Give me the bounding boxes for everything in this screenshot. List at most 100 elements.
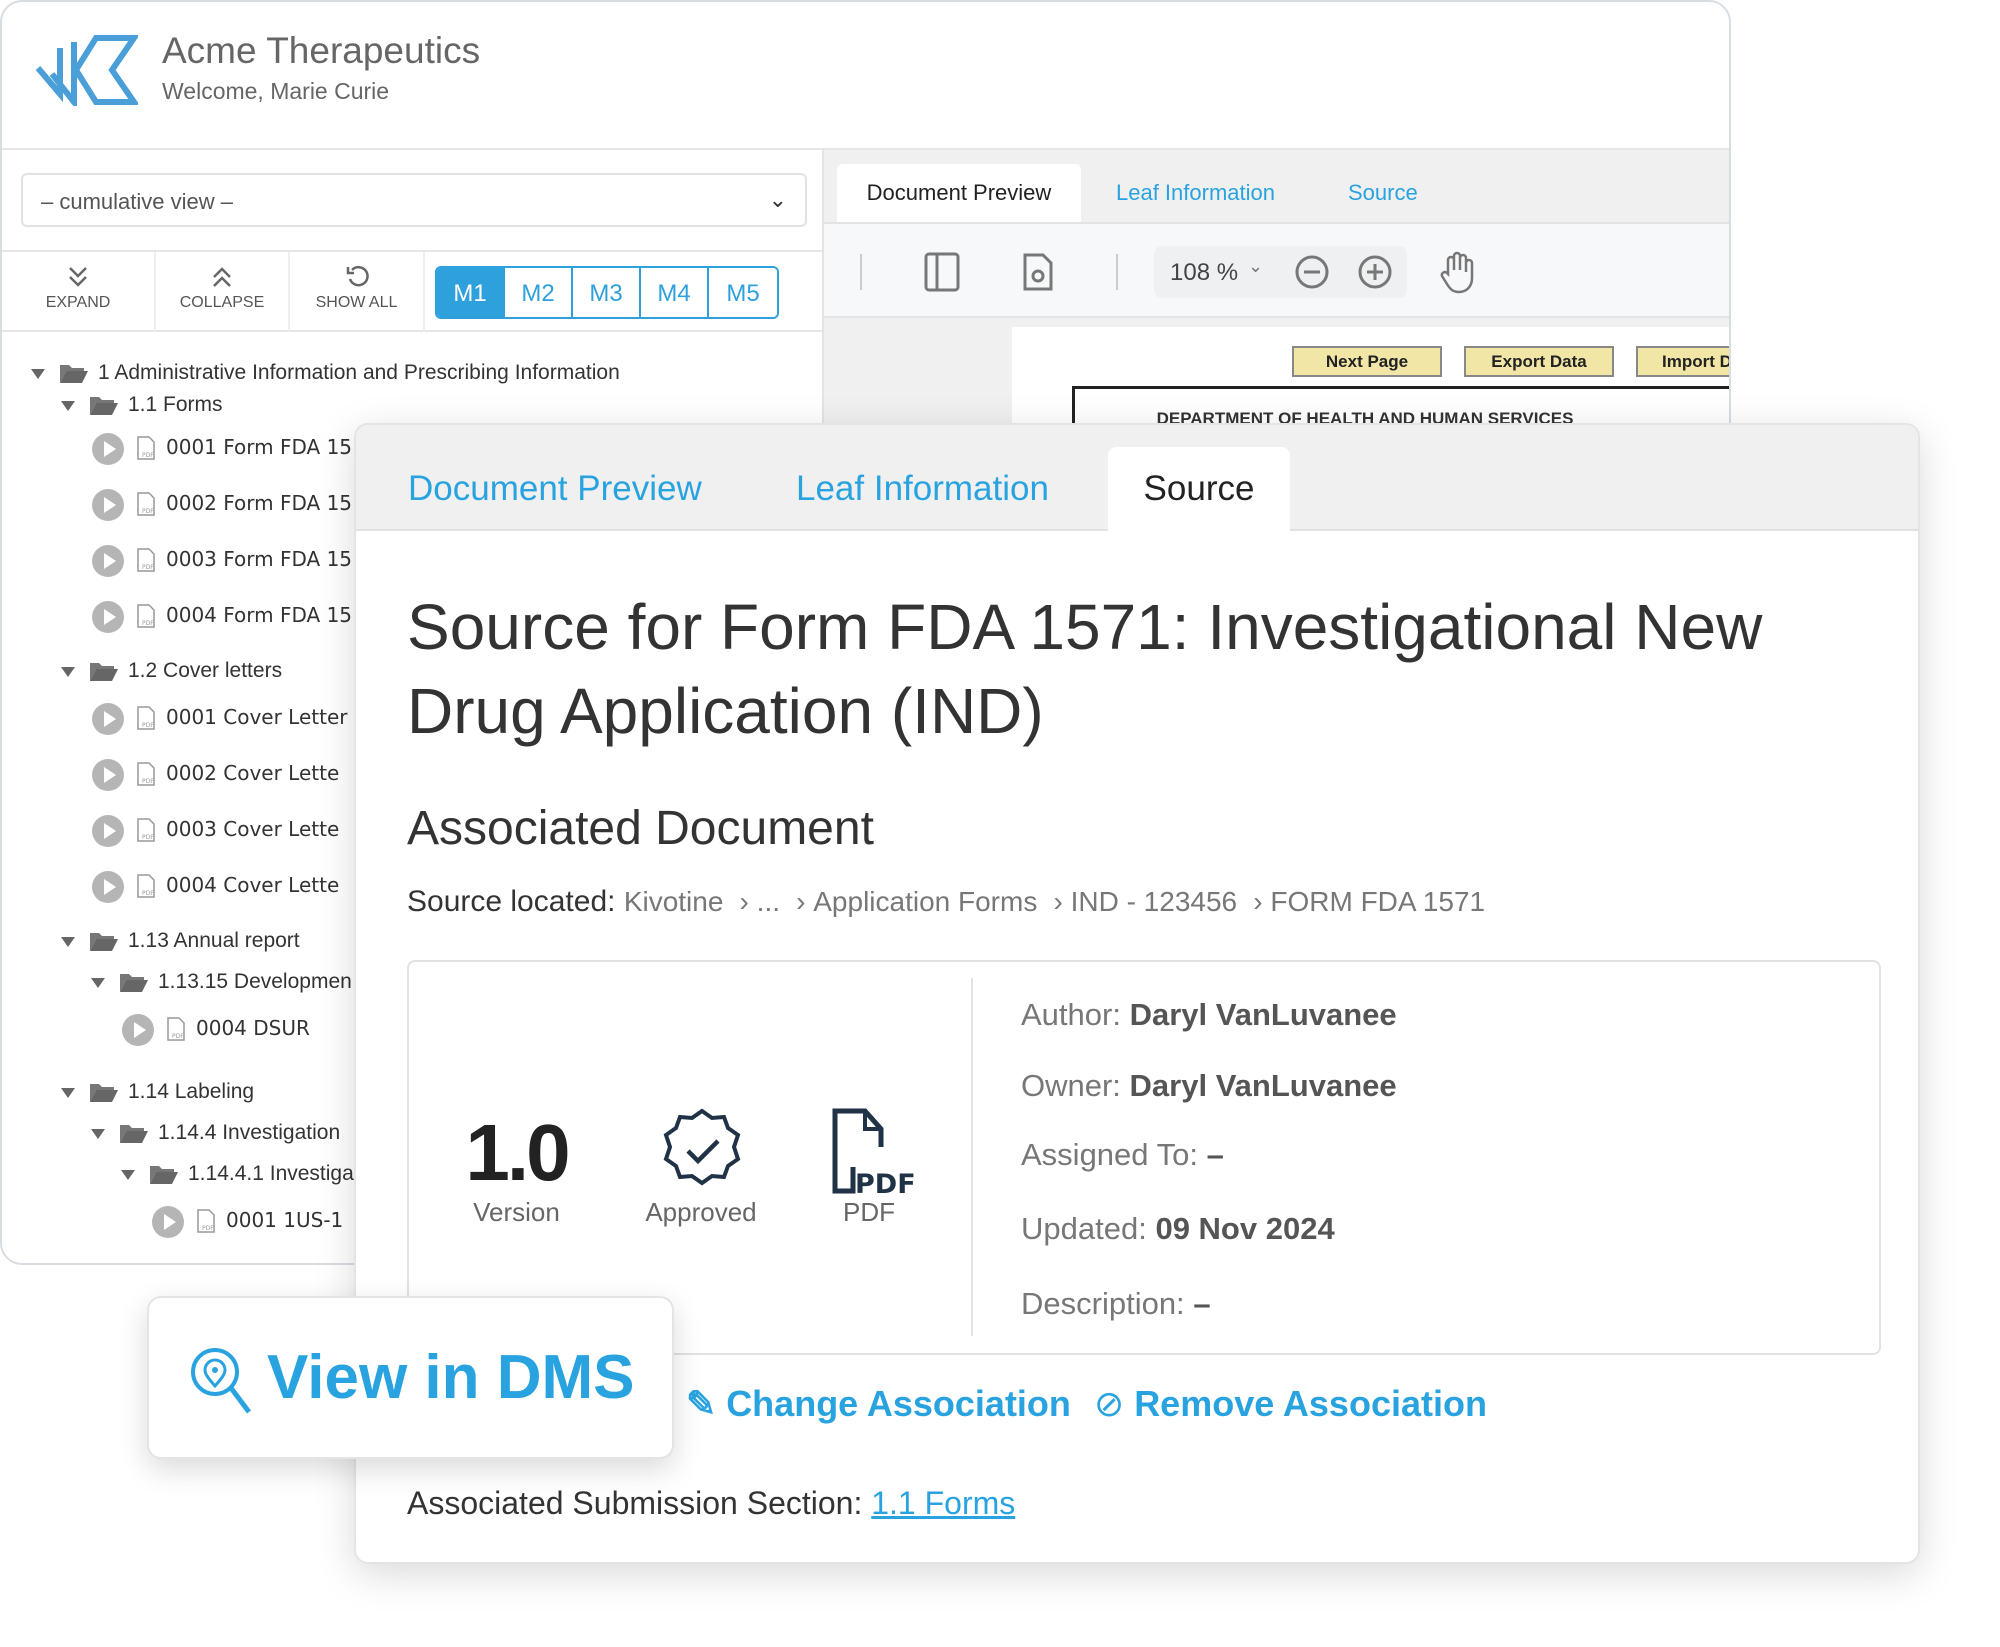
svg-text:PDF: PDF xyxy=(202,1225,214,1232)
folder-open-icon xyxy=(119,1122,149,1144)
view-in-dms-button[interactable]: View in DMS xyxy=(147,1296,674,1459)
tab-document-preview[interactable]: Document Preview xyxy=(837,164,1081,222)
owner-field: Owner: Daryl VanLuvanee xyxy=(1021,1068,1397,1103)
pdf-icon: PDF xyxy=(166,1016,186,1042)
pdf-icon: PDF xyxy=(136,817,156,843)
tab-source[interactable]: Source xyxy=(1348,164,1418,222)
caret-down-icon[interactable] xyxy=(61,937,75,947)
play-icon[interactable] xyxy=(122,1014,154,1046)
submission-label: Associated Submission Section: xyxy=(407,1485,863,1521)
zoom-in-icon[interactable] xyxy=(1357,254,1393,290)
remove-association-label: Remove Association xyxy=(1134,1383,1487,1424)
associated-submission-section: Associated Submission Section: 1.1 Forms xyxy=(407,1485,1015,1522)
next-page-button[interactable]: Next Page xyxy=(1292,346,1442,377)
tree-folder-label: 1.14.4 Investigation xyxy=(158,1121,341,1144)
svg-text:PDF: PDF xyxy=(172,1033,184,1040)
play-icon[interactable] xyxy=(92,871,124,903)
tab-source[interactable]: Source xyxy=(1108,447,1290,533)
import-data-button[interactable]: Import D xyxy=(1636,346,1729,377)
zoom-level-select[interactable]: 108 % xyxy=(1170,259,1238,287)
tree-leaf-label: 0003 Cover Lette xyxy=(166,817,340,841)
caret-down-icon[interactable] xyxy=(91,1129,105,1139)
play-icon[interactable] xyxy=(92,703,124,735)
tree-leaf-label: 0004 DSUR xyxy=(196,1016,310,1040)
pdf-icon: PDF xyxy=(136,603,156,629)
approved-badge-icon xyxy=(663,1108,741,1186)
tab-leaf-information[interactable]: Leaf Information xyxy=(1116,164,1275,222)
tree-leaf-label: 0003 Form FDA 15 xyxy=(166,547,353,571)
folder-open-icon xyxy=(89,1081,119,1103)
breadcrumb-item[interactable]: IND - 123456 xyxy=(1071,886,1238,917)
version-label: Version xyxy=(473,1197,560,1227)
remove-association-button[interactable]: ⊘ Remove Association xyxy=(1094,1383,1487,1425)
tree-folder-label: 1.1 Forms xyxy=(128,393,223,416)
search-location-icon xyxy=(191,1348,251,1414)
caret-down-icon[interactable] xyxy=(61,667,75,677)
divider xyxy=(1116,254,1118,290)
company-name: Acme Therapeutics xyxy=(162,30,481,71)
breadcrumb-item[interactable]: Kivotine xyxy=(624,886,724,917)
folder-open-icon xyxy=(89,394,119,416)
breadcrumb-item[interactable]: Application Forms xyxy=(813,886,1037,917)
assigned-to-field: Assigned To: – xyxy=(1021,1137,1224,1172)
play-icon[interactable] xyxy=(92,433,124,465)
breadcrumb-item[interactable]: FORM FDA 1571 xyxy=(1270,886,1485,917)
caret-down-icon[interactable] xyxy=(31,369,45,379)
folder-open-icon xyxy=(89,660,119,682)
play-icon[interactable] xyxy=(92,815,124,847)
pencil-icon: ✎ xyxy=(686,1383,717,1424)
change-association-button[interactable]: ✎ Change Association xyxy=(686,1383,1071,1425)
play-icon[interactable] xyxy=(92,489,124,521)
submission-section-link[interactable]: 1.1 Forms xyxy=(871,1485,1015,1521)
tab-document-preview[interactable]: Document Preview xyxy=(408,447,702,533)
play-icon[interactable] xyxy=(92,545,124,577)
pdf-icon: PDF xyxy=(136,873,156,899)
tree-folder[interactable]: 1.1 Forms xyxy=(2,391,822,421)
format-label: PDF xyxy=(843,1197,895,1227)
play-icon[interactable] xyxy=(92,601,124,633)
section-heading: Associated Document xyxy=(407,802,874,855)
play-icon[interactable] xyxy=(152,1206,184,1238)
folder-open-icon xyxy=(119,971,149,993)
updated-field: Updated: 09 Nov 2024 xyxy=(1021,1211,1335,1246)
svg-text:PDF: PDF xyxy=(142,834,154,841)
svg-text:PDF: PDF xyxy=(142,620,154,627)
source-location: Source located: Kivotine › ... › Applica… xyxy=(407,885,1486,918)
tree-leaf-label: 0004 Cover Lette xyxy=(166,873,340,897)
document-settings-icon[interactable] xyxy=(1022,252,1054,292)
pdf-icon: PDF xyxy=(196,1208,216,1234)
export-data-button[interactable]: Export Data xyxy=(1464,346,1614,377)
pdf-file-icon: PDF xyxy=(832,1108,916,1195)
welcome-text: Welcome, Marie Curie xyxy=(162,78,390,104)
svg-text:PDF: PDF xyxy=(142,452,154,459)
author-field: Author: Daryl VanLuvanee xyxy=(1021,997,1397,1032)
version-number: 1.0 xyxy=(465,1108,570,1197)
hand-tool-icon[interactable] xyxy=(1438,250,1478,294)
tree-leaf-label: 0001 Cover Letter xyxy=(166,705,348,729)
tree-folder-label: 1.2 Cover letters xyxy=(128,659,283,682)
tree-folder-label: 1.14.4.1 Investiga xyxy=(188,1162,354,1185)
tree-leaf-label: 0001 1US-1 xyxy=(226,1208,344,1232)
caret-down-icon[interactable] xyxy=(121,1170,135,1180)
company-logo xyxy=(35,35,138,106)
caret-down-icon[interactable] xyxy=(91,978,105,988)
svg-text:PDF: PDF xyxy=(142,508,154,515)
svg-text:PDF: PDF xyxy=(142,778,154,785)
play-icon[interactable] xyxy=(92,759,124,791)
caret-down-icon[interactable] xyxy=(61,1088,75,1098)
unlink-icon: ⊘ xyxy=(1094,1383,1125,1424)
pdf-icon: PDF xyxy=(136,547,156,573)
sidebar-toggle-icon[interactable] xyxy=(924,252,960,292)
tree-folder[interactable]: 1 Administrative Information and Prescri… xyxy=(2,359,822,389)
caret-down-icon[interactable] xyxy=(61,401,75,411)
breadcrumb-item[interactable]: ... xyxy=(757,886,780,917)
tree-folder-label: 1.14 Labeling xyxy=(128,1080,255,1103)
pdf-icon: PDF xyxy=(136,435,156,461)
tree-folder-label: 1 Administrative Information and Prescri… xyxy=(98,361,620,384)
pdf-toolbar: 108 % ⌄ xyxy=(824,222,1729,318)
source-panel-tabs: Document Preview Leaf Information Source xyxy=(356,425,1918,533)
zoom-out-icon[interactable] xyxy=(1294,254,1330,290)
tab-leaf-information[interactable]: Leaf Information xyxy=(796,447,1049,533)
change-association-label: Change Association xyxy=(726,1383,1071,1424)
tree-leaf-label: 0002 Form FDA 15 xyxy=(166,491,353,515)
